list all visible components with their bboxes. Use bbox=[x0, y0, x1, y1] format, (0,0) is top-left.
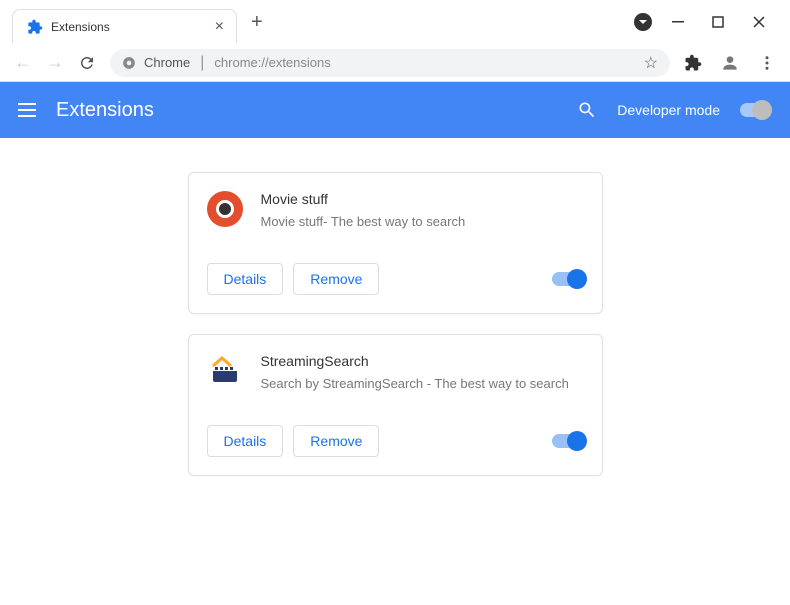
omnibox-prefix-text: Chrome bbox=[144, 55, 190, 70]
extension-name: Movie stuff bbox=[261, 191, 584, 207]
extension-icon bbox=[27, 19, 43, 35]
movie-stuff-icon bbox=[207, 191, 243, 227]
new-tab-button[interactable]: + bbox=[251, 11, 263, 34]
bookmark-star-icon[interactable]: ☆ bbox=[644, 53, 658, 73]
forward-button[interactable]: → bbox=[46, 52, 64, 73]
tab-search-button[interactable] bbox=[634, 13, 652, 31]
extension-card: Movie stuff Movie stuff- The best way to… bbox=[188, 172, 603, 314]
back-button[interactable]: ← bbox=[14, 52, 32, 73]
extension-description: Search by StreamingSearch - The best way… bbox=[261, 375, 584, 393]
maximize-button[interactable] bbox=[712, 16, 724, 28]
extension-card: StreamingSearch Search by StreamingSearc… bbox=[188, 334, 603, 476]
page-title: Extensions bbox=[56, 99, 154, 122]
streamingsearch-icon bbox=[207, 353, 243, 389]
extension-enable-toggle[interactable] bbox=[552, 434, 584, 448]
window-titlebar: Extensions × + bbox=[0, 0, 790, 44]
close-button[interactable] bbox=[752, 15, 766, 29]
details-button[interactable]: Details bbox=[207, 263, 284, 295]
remove-button[interactable]: Remove bbox=[293, 263, 379, 295]
browser-tab[interactable]: Extensions × bbox=[12, 9, 237, 43]
extensions-list: Movie stuff Movie stuff- The best way to… bbox=[0, 138, 790, 510]
tab-title: Extensions bbox=[51, 20, 207, 34]
omnibox-divider: | bbox=[200, 54, 204, 72]
developer-mode-toggle[interactable] bbox=[740, 103, 772, 117]
omnibox-chrome-label: Chrome bbox=[122, 55, 190, 70]
tab-close-icon[interactable]: × bbox=[215, 18, 224, 36]
reload-button[interactable] bbox=[78, 54, 96, 72]
search-icon[interactable] bbox=[577, 100, 597, 120]
profile-avatar-icon[interactable] bbox=[720, 53, 740, 73]
extensions-header: Extensions Developer mode bbox=[0, 82, 790, 138]
extension-enable-toggle[interactable] bbox=[552, 272, 584, 286]
chrome-icon bbox=[122, 56, 136, 70]
hamburger-menu-icon[interactable] bbox=[18, 103, 36, 117]
window-controls bbox=[672, 15, 766, 29]
remove-button[interactable]: Remove bbox=[293, 425, 379, 457]
omnibox-url: chrome://extensions bbox=[214, 55, 330, 70]
address-bar: ← → Chrome | chrome://extensions ☆ bbox=[0, 44, 790, 82]
extension-name: StreamingSearch bbox=[261, 353, 584, 369]
extension-description: Movie stuff- The best way to search bbox=[261, 213, 584, 231]
minimize-button[interactable] bbox=[672, 16, 684, 28]
extensions-menu-icon[interactable] bbox=[684, 54, 702, 72]
omnibox[interactable]: Chrome | chrome://extensions ☆ bbox=[110, 49, 670, 77]
kebab-menu-icon[interactable] bbox=[758, 54, 776, 72]
details-button[interactable]: Details bbox=[207, 425, 284, 457]
developer-mode-label: Developer mode bbox=[617, 102, 720, 118]
